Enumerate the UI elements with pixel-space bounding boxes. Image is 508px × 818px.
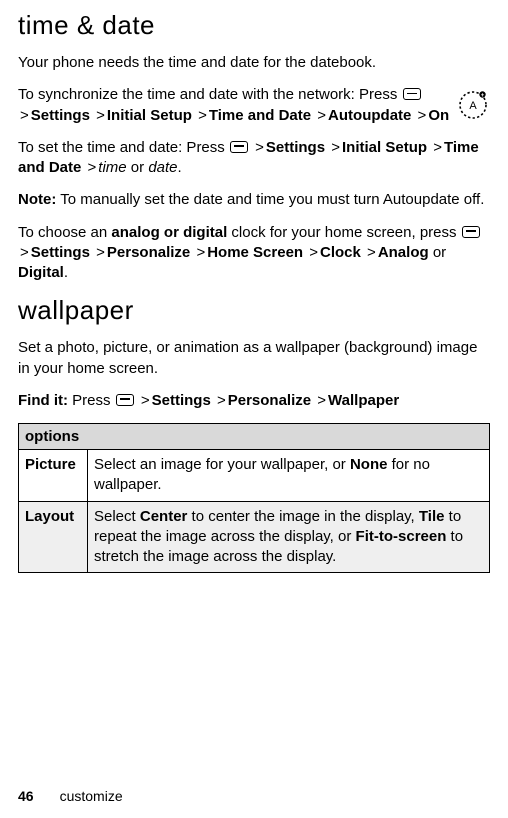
opt-picture-desc: Select an image for your wallpaper, or N… (88, 450, 490, 502)
path-clock: Clock (320, 244, 361, 261)
find-it-wallpaper: Find it: Press >Settings >Personalize >W… (18, 391, 490, 411)
opt-layout-desc: Select Center to center the image in the… (88, 501, 490, 573)
note-label: Note: (18, 191, 56, 208)
find-label: Find it: (18, 392, 68, 409)
time-date-intro: Your phone needs the time and date for t… (18, 53, 490, 73)
note-autoupdate: Note: To manually set the date and time … (18, 190, 490, 210)
path-analog: Analog (378, 244, 429, 261)
table-row: Layout Select Center to center the image… (19, 501, 490, 573)
footer-section: customize (60, 788, 123, 804)
set-lead: To set the time and date: Press (18, 139, 229, 156)
path-digital: Digital (18, 264, 64, 281)
value-time: time (98, 159, 126, 176)
table-row: Picture Select an image for your wallpap… (19, 450, 490, 502)
value-fit: Fit-to-screen (356, 528, 447, 545)
path-settings: Settings (152, 392, 211, 409)
clock-type: analog or digital (111, 224, 227, 241)
page-number: 46 (18, 788, 34, 804)
path-on: On (428, 107, 449, 124)
options-header: options (19, 424, 490, 450)
clock-instruction: To choose an analog or digital clock for… (18, 223, 490, 284)
path-personalize: Personalize (107, 244, 190, 261)
path-wallpaper: Wallpaper (328, 392, 399, 409)
value-date: date (148, 159, 177, 176)
path-settings: Settings (266, 139, 325, 156)
svg-text:+: + (481, 93, 485, 99)
menu-key-icon (403, 88, 421, 100)
menu-key-icon (462, 226, 480, 238)
sync-lead: To synchronize the time and date with th… (18, 86, 402, 103)
wallpaper-intro: Set a photo, picture, or animation as a … (18, 338, 490, 379)
path-autoupdate: Autoupdate (328, 107, 411, 124)
value-center: Center (140, 508, 188, 525)
manual-page: time & date Your phone needs the time an… (0, 0, 508, 573)
opt-layout: Layout (25, 508, 74, 525)
feature-badge-icon: + A (456, 87, 490, 121)
note-text: To manually set the date and time you mu… (56, 191, 484, 208)
heading-time-date: time & date (18, 10, 490, 41)
path-settings: Settings (31, 107, 90, 124)
sync-instruction: To synchronize the time and date with th… (18, 85, 490, 126)
options-table: options Picture Select an image for your… (18, 423, 490, 573)
value-tile: Tile (419, 508, 445, 525)
value-none: None (350, 456, 388, 473)
set-instruction: To set the time and date: Press >Setting… (18, 138, 490, 179)
opt-picture: Picture (25, 456, 76, 473)
path-personalize: Personalize (228, 392, 311, 409)
path-settings: Settings (31, 244, 90, 261)
menu-key-icon (116, 394, 134, 406)
path-initial-setup: Initial Setup (107, 107, 192, 124)
path-time-and-date: Time and Date (209, 107, 311, 124)
heading-wallpaper: wallpaper (18, 295, 490, 326)
svg-text:A: A (469, 100, 477, 112)
path-home-screen: Home Screen (207, 244, 303, 261)
page-footer: 46 customize (18, 788, 123, 804)
menu-key-icon (230, 141, 248, 153)
path-initial-setup: Initial Setup (342, 139, 427, 156)
